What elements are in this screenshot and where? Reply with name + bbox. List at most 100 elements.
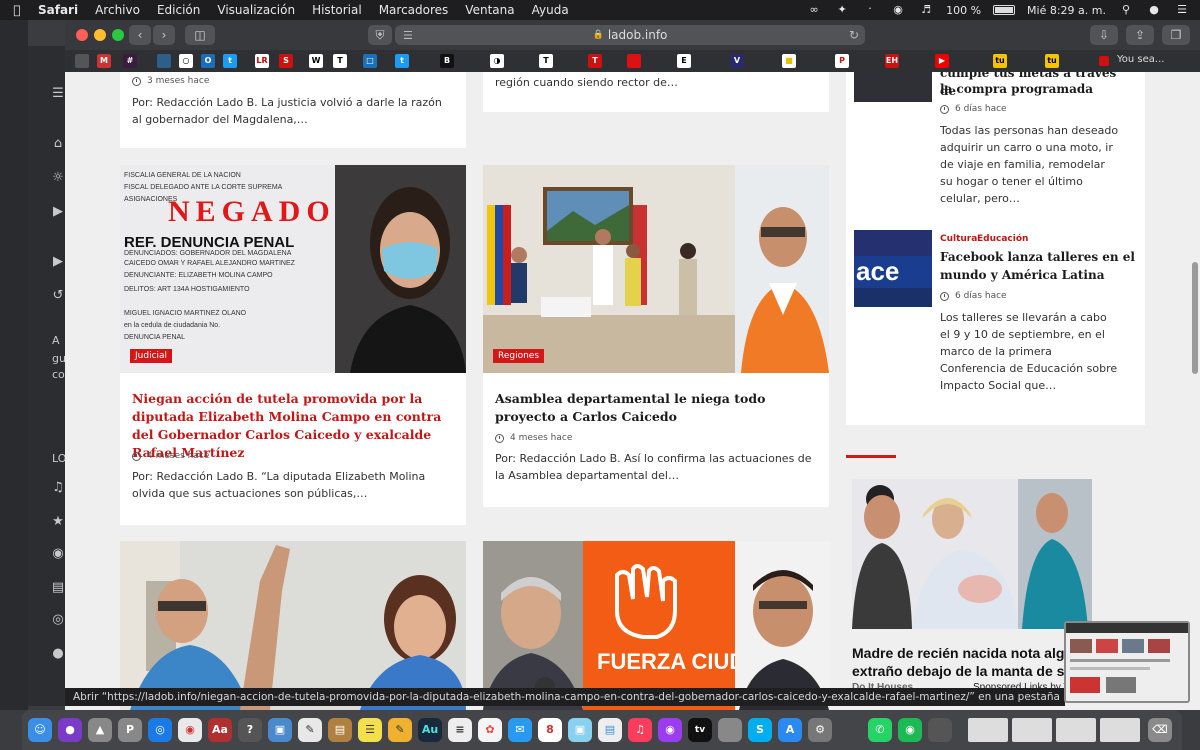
nyt-fav-icon[interactable]: T bbox=[333, 54, 347, 68]
youtube-tab-fav-icon[interactable] bbox=[1099, 56, 1109, 66]
game-icon[interactable]: ◉ bbox=[50, 546, 66, 562]
sidebar-thumb[interactable] bbox=[854, 72, 932, 102]
compass-icon[interactable]: ☼ bbox=[50, 170, 66, 186]
creative-cloud-icon[interactable]: ∞ bbox=[806, 4, 822, 16]
minimized-window-1[interactable] bbox=[968, 718, 1008, 742]
sidebar-title-line2[interactable]: la compra programada bbox=[940, 80, 1136, 98]
photos-icon[interactable]: ✿ bbox=[478, 718, 502, 742]
messages-icon[interactable]: ✉ bbox=[508, 718, 532, 742]
fav-overflow-label[interactable]: You sea... bbox=[1117, 54, 1164, 65]
keynote-icon[interactable]: ▣ bbox=[568, 718, 592, 742]
battery-icon[interactable] bbox=[993, 5, 1016, 15]
notification-center-icon[interactable]: ☰ bbox=[1174, 4, 1190, 16]
fav-icon-21[interactable]: ■ bbox=[782, 54, 796, 68]
menu-archivo[interactable]: Archivo bbox=[95, 3, 140, 17]
sidebar-title[interactable]: Facebook lanza talleres en el mundo y Am… bbox=[940, 248, 1136, 284]
facebook-thumb[interactable]: ace bbox=[854, 230, 932, 307]
sidebar-toggle-button[interactable]: ◫ bbox=[185, 25, 215, 45]
notes-icon[interactable]: ☰ bbox=[358, 718, 382, 742]
close-window-icon[interactable] bbox=[76, 29, 88, 41]
play-list-icon[interactable]: ▶ bbox=[50, 254, 66, 270]
article-card-regiones[interactable]: Regiones Asamblea departamental le niega… bbox=[483, 165, 829, 507]
tu-fav-icon-2[interactable]: tu bbox=[1045, 54, 1059, 68]
music-icon[interactable]: ♫ bbox=[50, 480, 66, 496]
article-card[interactable]: región cuando siendo rector de… bbox=[483, 72, 829, 112]
dictionary-icon[interactable]: Aa bbox=[208, 718, 232, 742]
back-button[interactable]: ‹ bbox=[129, 25, 151, 45]
menu-visualizacion[interactable]: Visualización bbox=[217, 3, 295, 17]
article-image[interactable] bbox=[120, 541, 466, 710]
reader-icon[interactable]: ☰ bbox=[403, 29, 413, 42]
privacy-shield-button[interactable]: ⛨ bbox=[368, 25, 392, 45]
apple-menu-icon[interactable]:  bbox=[10, 3, 24, 17]
menu-ayuda[interactable]: Ayuda bbox=[532, 3, 569, 17]
menu-clock[interactable]: Mié 8:29 a. m. bbox=[1027, 4, 1106, 17]
bbc-fav-icon[interactable]: B bbox=[440, 54, 454, 68]
article-image[interactable] bbox=[483, 165, 829, 373]
tu-fav-icon[interactable]: tu bbox=[993, 54, 1007, 68]
sponsored-ad[interactable] bbox=[852, 479, 1092, 629]
wsj-fav-icon[interactable]: W bbox=[309, 54, 323, 68]
safari-dock-icon[interactable]: ◎ bbox=[148, 718, 172, 742]
live-icon[interactable]: ◎ bbox=[50, 612, 66, 628]
preview-icon[interactable]: ▣ bbox=[268, 718, 292, 742]
t-fav-icon[interactable]: T bbox=[588, 54, 602, 68]
fav-icon-4[interactable] bbox=[157, 54, 171, 68]
menu-historial[interactable]: Historial bbox=[312, 3, 362, 17]
menu-icon[interactable]: ☰ bbox=[50, 86, 66, 102]
wifi-icon[interactable]: ◉ bbox=[890, 4, 906, 16]
spotlight-search-icon[interactable]: ⚲ bbox=[1118, 4, 1134, 16]
v-fav-icon[interactable]: V bbox=[730, 54, 744, 68]
youtube-fav-icon[interactable]: ▶ bbox=[935, 54, 949, 68]
scrollbar-track[interactable] bbox=[1190, 72, 1200, 710]
twitter-fav-icon[interactable]: t bbox=[223, 54, 237, 68]
minimize-window-icon[interactable] bbox=[94, 29, 106, 41]
minimized-window-2[interactable] bbox=[1012, 718, 1052, 742]
notebook-icon[interactable]: ▤ bbox=[328, 718, 352, 742]
sketch-icon[interactable]: ✎ bbox=[388, 718, 412, 742]
volume-icon[interactable]: ♬ bbox=[918, 4, 934, 16]
share-button[interactable]: ⇪ bbox=[1126, 25, 1154, 45]
help-icon[interactable]: ? bbox=[238, 718, 262, 742]
history-icon[interactable]: ↺ bbox=[50, 288, 66, 304]
article-title[interactable]: Asamblea departamental le niega todo pro… bbox=[495, 390, 815, 426]
article-image[interactable]: FISCALIA GENERAL DE LA NACION FISCAL DEL… bbox=[120, 165, 466, 373]
pages-icon[interactable]: ▤ bbox=[598, 718, 622, 742]
article-card[interactable]: FUERZA CIUDADANA bbox=[483, 541, 829, 710]
siri-dock-icon[interactable]: ● bbox=[58, 718, 82, 742]
tabs-overview-button[interactable]: ❐ bbox=[1162, 25, 1190, 45]
nyt-fav-icon-2[interactable]: T bbox=[539, 54, 553, 68]
p-fav-icon[interactable]: P bbox=[835, 54, 849, 68]
zoom-window-icon[interactable] bbox=[112, 29, 124, 41]
trash-icon[interactable]: ⌫ bbox=[1148, 718, 1172, 742]
battery-percent[interactable]: 100 % bbox=[946, 4, 981, 17]
eh-fav-icon[interactable]: EH bbox=[885, 54, 899, 68]
skype-icon[interactable]: S bbox=[748, 718, 772, 742]
pro-app-icon[interactable]: P bbox=[118, 718, 142, 742]
outlook-fav-icon[interactable]: O bbox=[201, 54, 215, 68]
gmail-fav-icon[interactable]: M bbox=[97, 54, 111, 68]
forward-button[interactable]: › bbox=[153, 25, 175, 45]
minimized-window-4[interactable] bbox=[1100, 718, 1140, 742]
lr-fav-icon[interactable]: LR bbox=[255, 54, 269, 68]
app-icon-30[interactable] bbox=[928, 718, 952, 742]
article-card-judicial[interactable]: FISCALIA GENERAL DE LA NACION FISCAL DEL… bbox=[120, 165, 466, 525]
apple-tv-icon[interactable]: tv bbox=[688, 718, 712, 742]
menu-ventana[interactable]: Ventana bbox=[465, 3, 514, 17]
slack-fav-icon[interactable]: # bbox=[123, 54, 137, 68]
audition-icon[interactable]: Au bbox=[418, 718, 442, 742]
minimized-window-3[interactable] bbox=[1056, 718, 1096, 742]
category-badge[interactable]: Judicial bbox=[130, 349, 173, 363]
bulb-icon[interactable]: ● bbox=[50, 646, 66, 662]
category-badge[interactable]: Regiones bbox=[493, 349, 545, 363]
reminders-icon[interactable]: ≡ bbox=[448, 718, 472, 742]
fav-icon-12[interactable]: □ bbox=[363, 54, 377, 68]
home-icon[interactable]: ⌂ bbox=[50, 136, 66, 152]
system-preferences-icon[interactable]: ⚙ bbox=[808, 718, 832, 742]
article-image[interactable]: FUERZA CIUDADANA bbox=[483, 541, 829, 710]
app-store-icon[interactable]: A bbox=[778, 718, 802, 742]
finder-icon[interactable]: ☺ bbox=[28, 718, 52, 742]
screenshot-thumbnail[interactable] bbox=[1064, 621, 1190, 703]
menu-app-safari[interactable]: Safari bbox=[38, 3, 78, 17]
siri-icon[interactable]: ● bbox=[1146, 4, 1162, 16]
